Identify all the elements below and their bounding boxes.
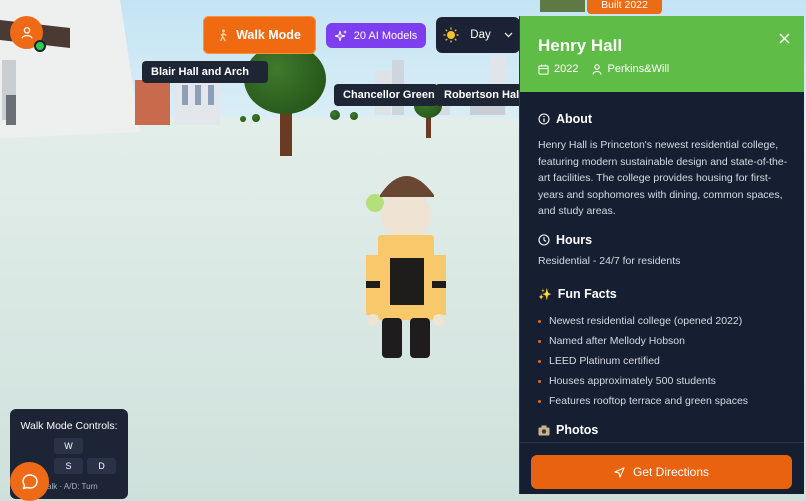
tree — [330, 110, 340, 120]
online-status-dot — [34, 40, 46, 52]
close-icon — [778, 32, 790, 44]
list-item: Houses approximately 500 students — [538, 371, 748, 391]
controls-hint: alk · A/D: Turn — [47, 482, 98, 491]
camera-icon — [538, 425, 550, 435]
architect-meta: Perkins&Will — [592, 63, 669, 75]
sun-icon — [443, 27, 459, 43]
tree — [252, 114, 260, 122]
architect-value: Perkins&Will — [607, 63, 670, 75]
building-label-blair[interactable]: Blair Hall and Arch — [142, 61, 268, 83]
tree — [350, 112, 358, 120]
ai-models-button[interactable]: 20 AI Models — [326, 23, 426, 48]
fun-facts-heading-text: Fun Facts — [557, 287, 617, 301]
about-heading: About — [538, 112, 592, 126]
chat-button[interactable] — [10, 462, 49, 501]
about-heading-text: About — [556, 112, 593, 126]
hours-heading: Hours — [538, 233, 592, 247]
chevron-down-icon — [504, 32, 513, 38]
panel-divider — [520, 442, 804, 443]
close-panel-button[interactable] — [774, 28, 794, 48]
building-label-robertson[interactable]: Robertson Hall — [435, 84, 523, 106]
time-of-day-select[interactable]: Day — [436, 17, 520, 53]
photos-heading: Photos — [538, 423, 598, 437]
tree — [240, 116, 246, 122]
get-directions-label: Get Directions — [632, 465, 710, 479]
building-meta: 2022 Perkins&Will — [538, 63, 669, 75]
clock-icon — [538, 234, 550, 246]
get-directions-button[interactable]: Get Directions — [531, 455, 792, 489]
profile-avatar-button[interactable] — [10, 16, 46, 52]
walk-mode-button[interactable]: Walk Mode — [203, 16, 316, 54]
user-icon — [21, 26, 32, 39]
time-of-day-label: Day — [470, 29, 491, 41]
key-s: S — [54, 458, 83, 474]
year-value: 2022 — [554, 63, 579, 75]
key-w: W — [54, 438, 83, 454]
building-info-panel: Henry Hall 2022 Perkins&Will About Henry… — [519, 16, 804, 494]
list-item: Features rooftop terrace and green space… — [538, 391, 748, 411]
year-meta: 2022 — [538, 63, 578, 75]
fun-facts-heading: ✨ Fun Facts — [538, 287, 617, 301]
fun-facts-list: Newest residential college (opened 2022)… — [538, 311, 748, 411]
calendar-icon — [538, 63, 549, 75]
walking-person-icon — [220, 28, 227, 41]
building-title: Henry Hall — [538, 36, 623, 55]
ai-models-label: 20 AI Models — [353, 29, 418, 42]
panel-body[interactable]: About Henry Hall is Princeton's newest r… — [520, 92, 804, 452]
list-item: Newest residential college (opened 2022) — [538, 311, 748, 331]
hours-heading-text: Hours — [556, 233, 593, 247]
sparkles-icon — [334, 29, 347, 41]
chat-bubble-icon — [21, 473, 38, 489]
photos-heading-text: Photos — [556, 423, 599, 437]
player-character[interactable] — [362, 163, 452, 363]
list-item: Named after Mellody Hobson — [538, 331, 748, 351]
hours-text: Residential - 24/7 for residents — [538, 255, 681, 267]
building-label-chancellor[interactable]: Chancellor Green L — [334, 84, 438, 106]
sparkles-emoji-icon: ✨ — [538, 288, 552, 301]
key-d: D — [87, 458, 116, 474]
info-icon — [538, 113, 550, 125]
controls-title: Walk Mode Controls: — [20, 420, 118, 432]
about-text: Henry Hall is Princeton's newest residen… — [538, 139, 788, 217]
built-year-badge: Built 2022 — [587, 0, 662, 14]
navigation-arrow-icon — [614, 466, 625, 478]
walk-mode-label: Walk Mode — [236, 28, 301, 42]
panel-header: Henry Hall 2022 Perkins&Will — [520, 16, 804, 92]
person-icon — [592, 63, 603, 75]
list-item: LEED Platinum certified — [538, 351, 748, 371]
